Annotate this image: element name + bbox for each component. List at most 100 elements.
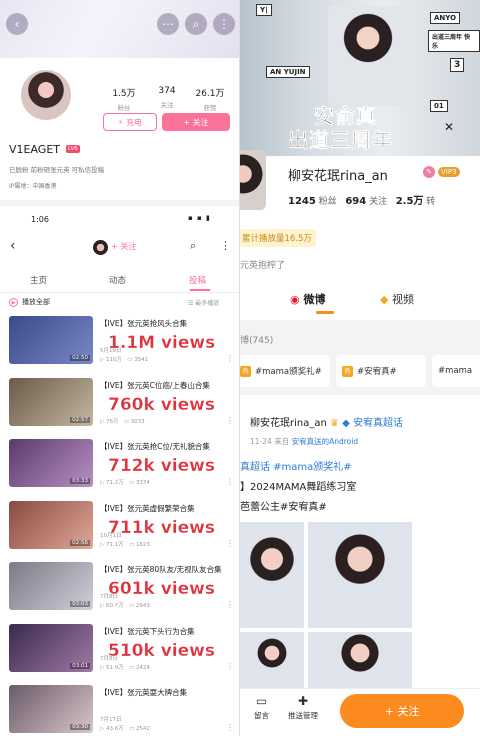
chip-label: #安宥真# bbox=[357, 367, 397, 377]
video-plays: 51.9万 bbox=[105, 664, 124, 671]
video-row[interactable]: 03:33 【IVE】张元英抢C位/无礼貌合集 ▷ 71.2万 ▭ 3374 ⋮ 712… bbox=[0, 439, 240, 499]
post-image[interactable] bbox=[308, 632, 412, 692]
views-overlay: 1.1M views bbox=[108, 333, 216, 353]
follow-button[interactable]: + 关注 bbox=[340, 694, 464, 728]
tab-indicator bbox=[316, 311, 334, 314]
stat-label: 获赞 bbox=[203, 104, 217, 112]
tab-uploads[interactable]: 投稿 bbox=[189, 274, 206, 286]
video-stats: ▷ 60.7万 ▭ 2943 bbox=[100, 603, 150, 609]
search-icon[interactable]: ⌕ bbox=[190, 239, 196, 253]
search-icon[interactable]: ⌕ bbox=[185, 13, 207, 35]
video-stats: ▷ 71.1万 ▭ 1623 bbox=[100, 541, 150, 548]
post-image[interactable] bbox=[240, 522, 304, 628]
tab-weibo[interactable]: ◉ 微博 bbox=[290, 291, 325, 307]
views-overlay: 711k views bbox=[108, 517, 215, 538]
more-icon[interactable]: ⋮ bbox=[226, 416, 234, 425]
play-all-button[interactable]: ▶ 播放全部 bbox=[9, 297, 50, 307]
stat-likes[interactable]: 26.1万 获赞 bbox=[190, 86, 230, 112]
back-icon[interactable]: ‹ bbox=[6, 13, 28, 35]
post-image[interactable] bbox=[308, 522, 412, 628]
video-thumbnail[interactable]: 02:57 bbox=[9, 377, 93, 426]
banner-sticker: 01 bbox=[430, 100, 448, 112]
tab-home[interactable]: 主页 bbox=[30, 274, 47, 286]
video-title[interactable]: 【IVE】张元英下头行为合集 bbox=[100, 626, 230, 638]
username: V1EAGET bbox=[9, 143, 60, 156]
video-thumbnail[interactable]: 03:01 bbox=[9, 623, 93, 672]
post-image[interactable] bbox=[240, 632, 304, 692]
author-name: 柳安花珉rina_an bbox=[250, 418, 327, 429]
video-title[interactable]: 【IVE】张元英抢C位/无礼貌合集 bbox=[100, 441, 230, 453]
avatar[interactable] bbox=[93, 240, 108, 255]
video-thumbnail[interactable]: 03:33 bbox=[9, 439, 93, 487]
more-icon[interactable]: ⋮ bbox=[226, 723, 234, 732]
video-row[interactable]: 02:56 【IVE】张元英虚假繁荣合集 10月1日 ▷ 71.1万 ▭ 1623 ⋮ 7… bbox=[0, 500, 240, 561]
video-danmaku: 2542 bbox=[135, 726, 150, 732]
video-title[interactable]: 【IVE】张元英C位癌/上春山合集 bbox=[100, 380, 230, 392]
bilibili-profile-pane: ‹ ⋯ ⌕ ⋮ 1.5万 粉丝 374 关注 26.1万 获赞 ⚡ 充电 + 关… bbox=[0, 0, 240, 736]
weibo-profile-pane: Y| AN YUJIN ANYO 出道三周年 快乐 3 01 安俞真 出道三周年… bbox=[240, 0, 480, 736]
chat-icon[interactable]: ⋯ bbox=[157, 13, 179, 35]
stat-following[interactable]: 374 关注 bbox=[147, 86, 187, 109]
video-thumbnail[interactable]: 03:30 bbox=[9, 685, 93, 733]
message-button[interactable]: ▭ 留言 bbox=[254, 694, 269, 721]
banner-sticker: Y| bbox=[256, 4, 272, 16]
stat-fans[interactable]: 1.5万 粉丝 bbox=[104, 86, 144, 112]
status-time: 1:06 bbox=[31, 215, 49, 224]
fans-count[interactable]: 1245 bbox=[288, 196, 316, 207]
follow-link[interactable]: + 关注 bbox=[111, 241, 136, 252]
views-overlay: 510k views bbox=[108, 640, 215, 661]
video-thumbnail[interactable]: 02:56 bbox=[9, 500, 93, 549]
video-danmaku: 3541 bbox=[134, 357, 149, 363]
banner-sticker: AN YUJIN bbox=[266, 66, 310, 78]
topic-chip[interactable]: #mama bbox=[432, 355, 480, 387]
close-icon[interactable]: ✕ bbox=[444, 120, 454, 134]
more-icon[interactable]: ⋮ bbox=[213, 13, 235, 35]
video-row[interactable]: 02:57 【IVE】张元英C位癌/上春山合集 ▷ 76万 ▭ 3033 ⋮ 760k … bbox=[0, 377, 240, 438]
post-text[interactable]: 真超话 #mama颁奖礼# bbox=[240, 458, 352, 473]
banner-sticker: 出道三周年 快乐 bbox=[428, 30, 480, 52]
following-count[interactable]: 694 bbox=[345, 196, 366, 207]
back-icon[interactable]: ‹ bbox=[10, 238, 16, 254]
sort-selector[interactable]: ☰ 最多播放 bbox=[188, 298, 219, 307]
video-row[interactable]: 03:01 【IVE】张元英下头行为合集 7月8日 ▷ 51.9万 ▭ 2424 ⋮ 51… bbox=[0, 623, 240, 684]
post-author[interactable]: 柳安花珉rina_an ♛ ◆ 安宥真超话 bbox=[250, 414, 403, 429]
message-label: 留言 bbox=[254, 711, 269, 720]
video-duration: 03:01 bbox=[70, 662, 90, 669]
video-thumbnail[interactable]: 02:50 bbox=[9, 316, 93, 364]
push-label: 推送管理 bbox=[288, 711, 318, 720]
more-icon[interactable]: ⋮ bbox=[220, 239, 231, 252]
video-duration: 03:33 bbox=[70, 478, 90, 484]
more-icon[interactable]: ⋮ bbox=[226, 600, 234, 609]
tab-video[interactable]: ◆ 视频 bbox=[380, 291, 414, 307]
push-settings-button[interactable]: ✚ 推送管理 bbox=[288, 694, 318, 721]
video-title[interactable]: 【IVE】张元英虚假繁荣合集 bbox=[100, 503, 230, 515]
views-overlay: 760k views bbox=[108, 394, 215, 415]
video-title[interactable]: 【IVE】张元英抢风头合集 bbox=[100, 318, 230, 330]
more-icon[interactable]: ⋮ bbox=[226, 539, 234, 548]
avatar[interactable] bbox=[240, 150, 266, 210]
edit-icon[interactable]: ✎ bbox=[423, 166, 435, 178]
more-icon[interactable]: ⋮ bbox=[226, 662, 234, 671]
super-topic-link[interactable]: 安宥真超话 bbox=[353, 418, 403, 429]
video-row[interactable]: 02:50 【IVE】张元英抢风头合集 5月19日 ▷ 110万 ▭ 3541 ⋮ 1.1… bbox=[0, 316, 240, 376]
follow-button[interactable]: + 关注 bbox=[162, 113, 230, 131]
avatar[interactable] bbox=[19, 68, 73, 122]
more-icon[interactable]: ⋮ bbox=[226, 477, 234, 486]
video-thumbnail[interactable]: 03:03 bbox=[9, 562, 93, 610]
video-title[interactable]: 【IVE】张元英耍大牌合集 bbox=[100, 687, 230, 699]
topic-chip[interactable]: 热 #安宥真# bbox=[336, 355, 426, 387]
topic-chip[interactable]: 热 #mama颁奖礼# bbox=[240, 355, 330, 387]
play-icon: ▶ bbox=[9, 298, 18, 307]
more-icon[interactable]: ⋮ bbox=[226, 354, 234, 363]
video-row[interactable]: 03:30 【IVE】张元英耍大牌合集 7月17日 ▷ 43.6万 ▭ 2542 ⋮ bbox=[0, 685, 240, 736]
post-time: 11-24 bbox=[250, 437, 272, 446]
tab-dynamic[interactable]: 动态 bbox=[109, 274, 126, 286]
video-title[interactable]: 【IVE】张元英80队友/无视队友合集 bbox=[100, 564, 230, 576]
charge-button[interactable]: ⚡ 充电 bbox=[103, 113, 157, 131]
banner-photo bbox=[328, 6, 408, 106]
video-duration: 03:30 bbox=[70, 724, 90, 730]
fans-label: 粉丝 bbox=[318, 197, 337, 207]
likes-count[interactable]: 2.5万 bbox=[396, 196, 424, 207]
video-row[interactable]: 03:03 【IVE】张元英80队友/无视队友合集 7月8日 ▷ 60.7万 ▭ 29… bbox=[0, 562, 240, 622]
post-source[interactable]: 安宥真送的Android bbox=[292, 437, 359, 446]
